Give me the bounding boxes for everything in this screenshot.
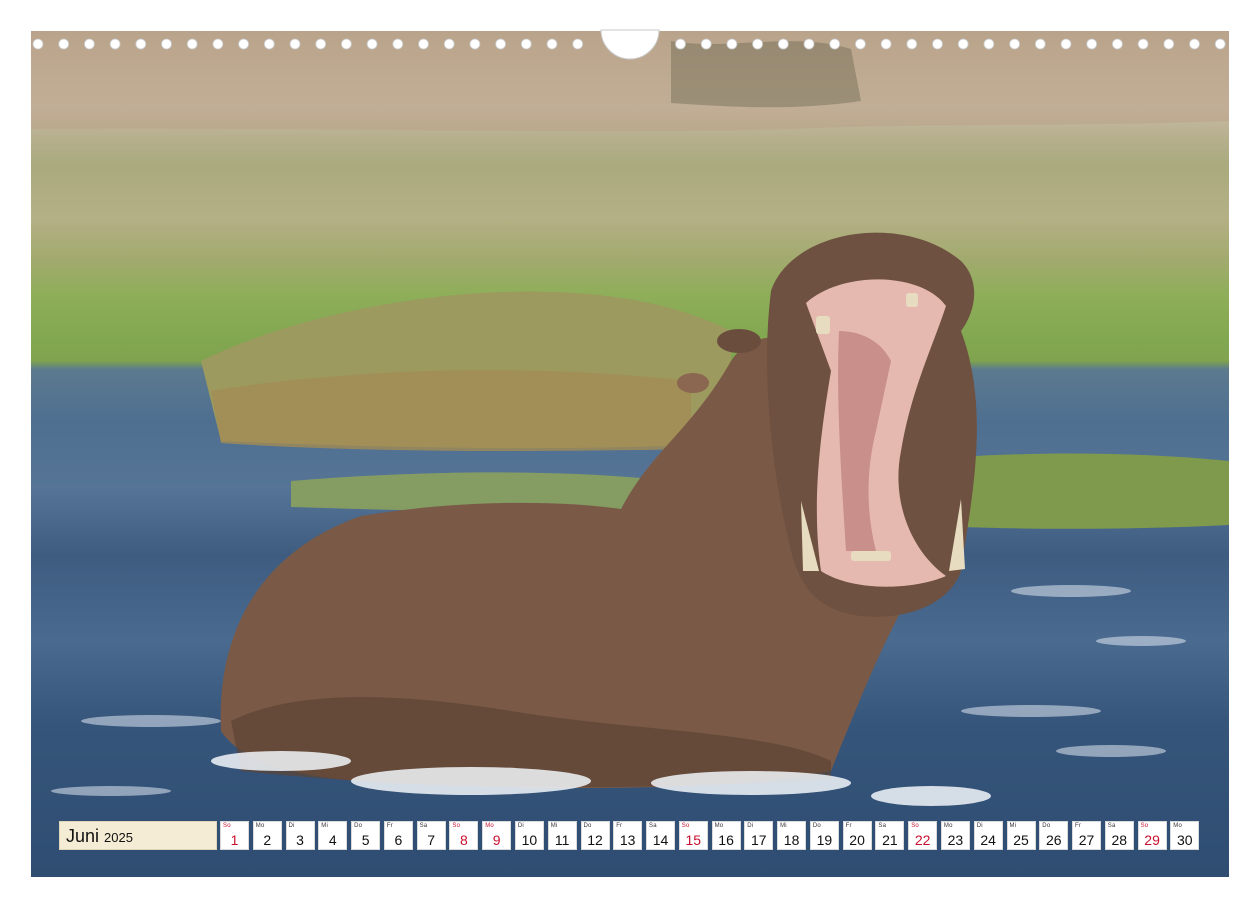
month-name: Juni (66, 826, 100, 846)
day-number: 26 (1046, 832, 1062, 848)
day-cell: Mi 25 (1006, 821, 1036, 850)
day-number: 3 (296, 832, 304, 848)
day-number: 8 (459, 832, 468, 848)
day-cell: Di 3 (285, 821, 315, 850)
day-cell: Mo 23 (940, 821, 970, 850)
day-number: 29 (1144, 832, 1160, 848)
weekday-label: So (681, 823, 690, 829)
weekday-label: Mi (321, 823, 329, 829)
day-number: 22 (914, 832, 931, 848)
day-number: 27 (1078, 832, 1095, 848)
day-cell: Sa 7 (416, 821, 446, 850)
day-cell: Fr 20 (842, 821, 872, 850)
day-cell: Fr 27 (1072, 821, 1101, 850)
day-cell: Sa 21 (875, 821, 905, 850)
day-cell: So 1 (220, 821, 249, 850)
day-number: 23 (947, 832, 964, 848)
day-number: 11 (554, 832, 570, 848)
day-number: 14 (652, 832, 669, 848)
day-cell: Di 17 (744, 821, 774, 850)
day-number: 13 (619, 832, 636, 848)
weekday-label: So (911, 823, 919, 829)
day-cell: So 15 (678, 821, 708, 850)
weekday-label: Di (976, 823, 983, 829)
month-year: 2025 (104, 830, 133, 845)
weekday-label: Fr (616, 823, 623, 829)
day-cell: Sa 28 (1104, 821, 1134, 850)
weekday-label: So (452, 823, 461, 829)
weekday-label: Do (583, 823, 592, 829)
day-number: 2 (263, 832, 272, 848)
weekday-label: Mi (780, 823, 787, 829)
weekday-label: Sa (1107, 823, 1116, 829)
weekday-label: Fr (1075, 823, 1082, 829)
day-cell: Di 10 (514, 821, 544, 850)
day-cell: Mi 18 (777, 821, 807, 850)
weekday-label: Sa (649, 823, 657, 829)
day-cell: Do 5 (351, 821, 381, 850)
calendar-strip: Juni 2025 So 1 Mo 2 Di 3 Mi 4 Do 5 Fr 6 Sa 7 So 8 Mo 9 Di 1… (59, 821, 1203, 850)
day-number: 30 (1177, 832, 1193, 848)
day-number: 25 (1013, 832, 1029, 848)
weekday-label: Do (354, 823, 363, 829)
day-cell: Mi 4 (318, 821, 348, 850)
day-cell: So 22 (908, 821, 938, 850)
weekday-label: Mo (943, 823, 953, 829)
hippo-photo (31, 31, 1229, 877)
month-label-box: Juni 2025 (59, 821, 217, 850)
weekday-label: Mo (485, 823, 494, 829)
day-number: 12 (587, 832, 603, 848)
weekday-label: Di (288, 823, 295, 829)
weekday-label: Mi (1009, 823, 1017, 829)
weekday-label: Di (517, 823, 524, 829)
day-cell: Mo 9 (482, 821, 512, 850)
weekday-label: Mo (255, 823, 265, 829)
day-cell: Fr 6 (383, 821, 413, 850)
weekday-label: Sa (878, 823, 887, 829)
day-number: 28 (1111, 832, 1128, 848)
day-number: 1 (230, 832, 239, 848)
weekday-label: Mi (550, 823, 558, 829)
day-cell: Fr 13 (613, 821, 643, 850)
day-number: 5 (361, 832, 370, 848)
day-number: 16 (718, 832, 734, 848)
hippo-scene (31, 31, 1229, 806)
weekday-label: Do (1042, 823, 1051, 829)
day-number: 24 (980, 832, 996, 848)
day-cell: Do 26 (1039, 821, 1069, 850)
weekday-label: Mo (714, 823, 724, 829)
day-cell: Sa 14 (646, 821, 675, 850)
day-number: 10 (521, 832, 538, 848)
day-cell: So 8 (449, 821, 479, 850)
day-cell: Do 12 (580, 821, 610, 850)
weekday-label: Di (747, 823, 754, 829)
day-number: 9 (492, 832, 501, 848)
weekday-label: So (223, 823, 231, 829)
day-number: 18 (783, 832, 800, 848)
weekday-label: Fr (845, 823, 852, 829)
day-number: 15 (685, 832, 702, 848)
day-cell: Mo 30 (1170, 821, 1200, 850)
weekday-label: Do (812, 823, 821, 829)
day-number: 20 (849, 832, 865, 848)
day-number: 7 (427, 832, 435, 848)
day-number: 19 (816, 832, 833, 848)
weekday-label: Sa (419, 823, 428, 829)
day-number: 6 (394, 832, 403, 848)
weekday-label: So (1140, 823, 1149, 829)
day-cell: So 29 (1137, 821, 1167, 850)
weekday-label: Fr (386, 823, 393, 829)
day-number: 4 (328, 832, 337, 848)
day-cell: Do 19 (809, 821, 839, 850)
weekday-label: Mo (1173, 823, 1183, 829)
day-number: 17 (751, 832, 767, 848)
day-cell: Mi 11 (547, 821, 577, 850)
day-cell: Mo 16 (711, 821, 741, 850)
day-number: 21 (882, 832, 898, 848)
day-cell: Di 24 (973, 821, 1003, 850)
day-cell: Mo 2 (252, 821, 282, 850)
